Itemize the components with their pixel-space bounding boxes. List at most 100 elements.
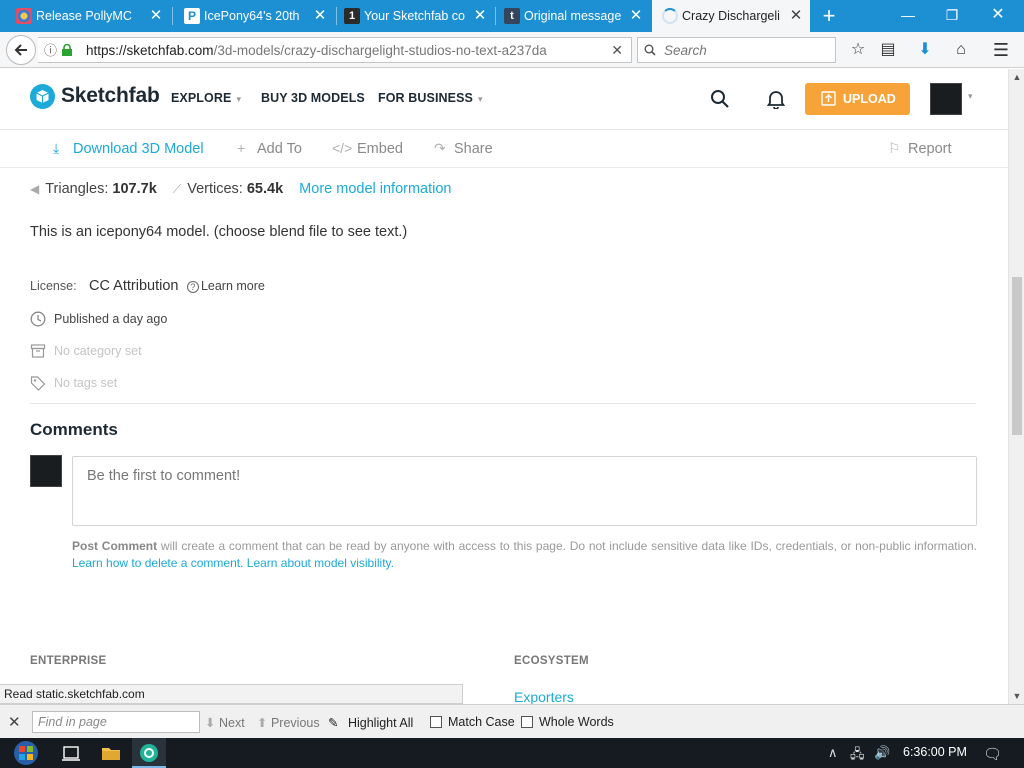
vertex-icon: ⟋ [172,182,182,196]
downloads-icon[interactable]: ⬇ [910,32,940,68]
tag-icon [30,376,46,391]
task-view-icon[interactable] [60,742,82,764]
file-explorer-icon[interactable] [100,742,122,764]
checkbox-icon [430,716,442,728]
browser-icon[interactable] [138,742,160,764]
reading-list-icon[interactable]: ▤ [873,32,903,68]
polymc-icon [16,8,32,24]
arrow-up-icon: ⬆ [257,716,268,730]
new-tab-button[interactable]: + [816,0,842,32]
user-avatar[interactable] [930,83,962,115]
bookmark-star-icon[interactable]: ☆ [843,32,873,68]
tab-original-message[interactable]: t Original message ✕ [494,0,650,32]
tab-crazy-dischargelight[interactable]: Crazy Dischargeli ✕ [652,0,810,32]
search-icon [644,44,656,56]
upload-icon [821,91,836,106]
logo-text[interactable]: Sketchfab [61,84,160,108]
find-next-button[interactable]: ⬇ Next [205,715,245,730]
url-text: https://sketchfab.com/3d-models/crazy-di… [86,43,547,58]
find-bar: ✕ Find in page ⬇ Next ⬆ Previous ✎ Highl… [0,704,1024,738]
more-model-info-link[interactable]: More model information [299,181,451,197]
lock-icon [62,44,72,56]
site-header: Sketchfab EXPLORE ▾ BUY 3D MODELS FOR BUS… [0,69,1008,130]
nav-for-business[interactable]: FOR BUSINESS ▾ [378,91,483,105]
tab-close-icon[interactable]: ✕ [312,0,328,32]
home-icon[interactable]: ⌂ [946,32,976,68]
search-icon[interactable] [710,89,730,109]
scroll-up-icon[interactable]: ▲ [1009,69,1024,85]
scroll-down-icon[interactable]: ▼ [1009,688,1024,704]
learn-more-link[interactable]: ? Learn more [186,279,265,293]
close-window-button[interactable]: ✕ [978,0,1018,32]
chevron-down-icon: ▾ [477,94,483,104]
comments-heading: Comments [30,420,118,439]
upload-button[interactable]: UPLOAD [805,83,910,115]
share-icon: ↷ [434,140,446,156]
download-model-button[interactable]: ⤓ Download 3D Model [53,140,204,157]
taskbar-clock[interactable]: 6:36:00 PM [903,745,967,759]
find-in-page-input[interactable]: Find in page [32,711,200,733]
tab-close-icon[interactable]: ✕ [472,0,488,32]
volume-icon[interactable]: 🔊 [874,745,890,761]
highlight-all-button[interactable]: ✎ Highlight All [328,715,413,730]
chevron-down-icon[interactable]: ▾ [968,91,973,102]
pencil-icon: ✎ [328,716,339,730]
nav-buy-3d-models[interactable]: BUY 3D MODELS [261,91,365,105]
tab-close-icon[interactable]: ✕ [788,0,804,32]
page-icon: P [184,8,200,24]
match-case-checkbox[interactable]: Match Case [430,715,515,729]
chevron-up-icon[interactable]: ∧ [828,745,838,761]
find-previous-button[interactable]: ⬆ Previous [257,715,320,730]
back-button[interactable] [6,35,36,65]
comment-input[interactable]: Be the first to comment! [72,456,977,526]
delete-comment-link[interactable]: Learn how to delete a comment. [72,556,243,570]
notifications-icon[interactable]: 🗨 [983,745,1002,763]
tab-your-sketchfab[interactable]: 1 Your Sketchfab co ✕ [334,0,494,32]
info-icon[interactable]: ⓘ [44,38,57,63]
loading-spinner-icon [662,8,678,24]
share-button[interactable]: ↷ Share [434,140,493,157]
search-input[interactable]: Search [637,37,836,63]
address-bar[interactable]: ⓘ https://sketchfab.com/3d-models/crazy-… [38,37,632,63]
scrollbar-thumb[interactable] [1012,277,1022,435]
add-to-button[interactable]: + Add To [237,140,302,157]
tab-close-icon[interactable]: ✕ [628,0,644,32]
help-icon: ? [186,281,199,293]
minimize-button[interactable]: — [888,0,928,32]
tab-release-pollymc[interactable]: Release PollyMC ✕ [6,0,170,32]
tumblr-icon: t [504,8,520,24]
comment-notice: Post Comment will create a comment that … [72,539,977,570]
menu-icon[interactable]: ☰ [986,32,1016,68]
tab-close-icon[interactable]: ✕ [148,0,164,32]
license-row: License: CC Attribution ? Learn more [30,277,265,295]
whole-words-checkbox[interactable]: Whole Words [521,715,614,729]
tab-icepony64[interactable]: P IcePony64's 20th ✕ [174,0,334,32]
chevron-down-icon: ▾ [236,94,242,104]
report-button[interactable]: ⚐ Report [888,140,952,157]
tab-strip: Release PollyMC ✕ P IcePony64's 20th ✕ 1… [0,0,1024,32]
page-content: Sketchfab EXPLORE ▾ BUY 3D MODELS FOR BUS… [0,69,1008,704]
close-icon[interactable]: ✕ [611,38,623,63]
bell-icon[interactable] [767,89,785,109]
sketchfab-logo-icon[interactable] [30,84,55,109]
checkbox-icon [521,716,533,728]
page-scrollbar[interactable]: ▲ ▼ [1008,69,1024,704]
restore-button[interactable]: ❐ [932,0,972,32]
nav-explore[interactable]: EXPLORE ▾ [171,91,241,105]
flag-icon: ⚐ [888,140,901,156]
footer-exporters-link[interactable]: Exporters [514,689,574,704]
archive-icon [30,344,46,358]
model-description: This is an icepony64 model. (choose blen… [30,224,408,240]
code-icon: </> [332,140,353,156]
footer-enterprise-heading: ENTERPRISE [30,655,107,667]
network-icon[interactable]: 🖧 [850,745,865,767]
windows-start-icon[interactable] [8,740,44,766]
embed-button[interactable]: </> Embed [332,140,403,157]
model-actions-bar: ⤓ Download 3D Model + Add To </> Embed ↷ Sha… [0,130,1008,168]
model-visibility-link[interactable]: Learn about model visibility. [247,556,394,570]
footer-ecosystem-heading: ECOSYSTEM [514,655,589,667]
license-name[interactable]: CC Attribution [89,278,178,294]
close-find-bar-icon[interactable]: ✕ [8,713,21,731]
divider [30,403,976,404]
arrow-down-icon: ⬇ [205,716,216,730]
